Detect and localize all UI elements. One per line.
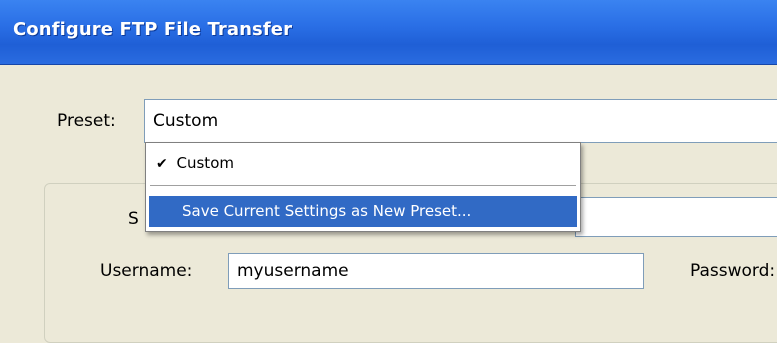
title-bar: Configure FTP File Transfer	[0, 0, 777, 65]
menu-item-custom[interactable]: ✔ Custom	[146, 143, 580, 183]
preset-selected-value: Custom	[153, 111, 219, 131]
menu-separator	[150, 185, 576, 186]
checkmark-icon: ✔	[156, 156, 168, 172]
username-label: Username:	[100, 261, 193, 281]
preset-label: Preset:	[57, 111, 116, 131]
server-field[interactable]	[575, 197, 777, 237]
preset-select[interactable]: Custom	[144, 99, 777, 143]
preset-dropdown-menu: ✔ Custom Save Current Settings as New Pr…	[145, 142, 581, 232]
menu-item-save-preset[interactable]: Save Current Settings as New Preset...	[149, 196, 577, 227]
menu-item-label: Custom	[176, 154, 234, 172]
menu-item-label: Save Current Settings as New Preset...	[182, 202, 472, 220]
password-label: Password:	[690, 261, 776, 281]
window-title: Configure FTP File Transfer	[13, 19, 293, 40]
username-field[interactable]: myusername	[228, 253, 644, 289]
username-value: myusername	[237, 261, 349, 281]
server-label: S	[128, 209, 139, 229]
